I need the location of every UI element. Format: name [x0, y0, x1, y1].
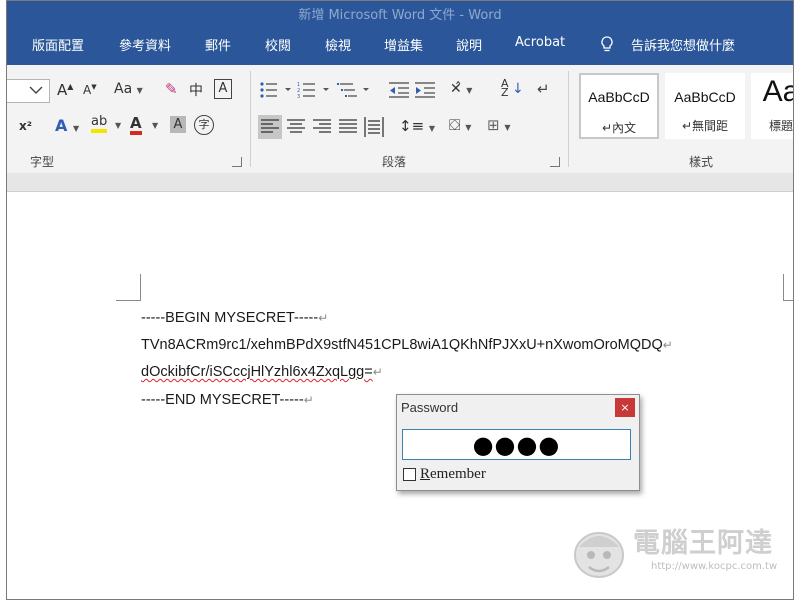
- superscript-button[interactable]: x²: [19, 119, 32, 133]
- chevron-down-icon: [29, 86, 43, 94]
- enclose-character-button[interactable]: 字: [194, 115, 214, 135]
- ruler-area: [7, 173, 793, 192]
- paint-bucket-icon[interactable]: ⛋ ▼: [449, 116, 471, 134]
- title-bar: 新增 Microsoft Word 文件 - Word: [7, 1, 793, 23]
- font-group-label: 字型: [30, 155, 55, 169]
- increase-indent-icon[interactable]: [415, 81, 437, 99]
- tab-view[interactable]: 檢視: [325, 35, 351, 54]
- justify-icon[interactable]: [339, 119, 357, 135]
- font-color-button[interactable]: A: [130, 115, 142, 135]
- highlight-dropdown[interactable]: ▼: [115, 121, 121, 130]
- remember-label[interactable]: Remember: [420, 466, 486, 483]
- document-line: dOckibfCr/iSCccjHlYzhl6x4ZxqLgg=↵: [141, 364, 383, 380]
- style-name: 標題: [768, 119, 793, 133]
- clear-format-icon[interactable]: ✎: [165, 80, 178, 98]
- distributed-icon[interactable]: [364, 117, 384, 137]
- style-name: ↵無間距: [681, 119, 729, 133]
- phonetic-guide-button[interactable]: 中: [189, 80, 203, 100]
- ribbon: A▲ A▼ Aa ▼ ✎ 中 A x² A ▼ ab ▼ A ▼ A 字 字型 …: [7, 65, 793, 174]
- line-text: -----BEGIN MYSECRET-----: [141, 310, 319, 326]
- mascot-logo-icon: [574, 532, 624, 578]
- shrink-font-button[interactable]: A▼: [83, 83, 97, 97]
- style-sample: AaBbCcD: [674, 89, 736, 105]
- align-left-icon: [261, 119, 279, 133]
- ribbon-tab-bar: 版面配置 參考資料 郵件 校閱 檢視 增益集 說明 Acrobat 告訴我您想做…: [7, 23, 793, 65]
- font-dialog-launcher-icon[interactable]: [232, 157, 242, 167]
- styles-group-label: 樣式: [689, 155, 714, 169]
- text-effects-button[interactable]: A ▼: [55, 116, 79, 135]
- tab-layout[interactable]: 版面配置: [32, 35, 84, 54]
- svg-text:3: 3: [297, 94, 300, 99]
- change-case-label: Aa: [114, 81, 133, 97]
- word-window: 新增 Microsoft Word 文件 - Word 版面配置 參考資料 郵件…: [6, 0, 794, 600]
- style-normal[interactable]: AaBbCcD ↵內文: [579, 73, 659, 139]
- password-masked-value: ●●●●: [472, 431, 561, 459]
- tab-help[interactable]: 說明: [456, 35, 482, 54]
- styles-gallery: AaBbCcD ↵內文 AaBbCcD ↵無間距 Aa 標題: [575, 71, 793, 145]
- style-sample: Aa: [762, 75, 793, 108]
- line-text: dOckibfCr/iSCccjHlYzhl6x4ZxqLgg=: [141, 364, 373, 380]
- watermark-url: http://www.kocpc.com.tw: [651, 561, 778, 572]
- sort-arrow-icon: ↓: [512, 81, 524, 97]
- style-sample: AaBbCcD: [588, 89, 650, 105]
- line-spacing-icon[interactable]: ↕≡ ▼: [399, 117, 435, 135]
- watermark: 電腦王阿達 http://www.kocpc.com.tw: [569, 525, 781, 581]
- tab-addins[interactable]: 增益集: [384, 35, 423, 54]
- highlight-button[interactable]: ab: [91, 115, 108, 133]
- close-button[interactable]: ×: [615, 398, 635, 417]
- margin-corner-left: [116, 274, 141, 301]
- tab-mailings[interactable]: 郵件: [205, 35, 231, 54]
- font-size-box[interactable]: [7, 79, 50, 103]
- paragraph-mark: ↵: [372, 365, 383, 379]
- character-shading-button[interactable]: A: [170, 116, 186, 133]
- password-dialog: Password × ●●●● Remember: [396, 394, 640, 491]
- paragraph-mark: ↵: [662, 338, 673, 352]
- margin-corner-right: [783, 274, 793, 301]
- font-color-dropdown[interactable]: ▼: [152, 121, 158, 130]
- borders-icon[interactable]: ⊞ ▼: [487, 116, 511, 134]
- bullets-icon[interactable]: [259, 81, 295, 99]
- align-center-icon[interactable]: [287, 119, 305, 135]
- grow-font-label: A: [57, 81, 68, 99]
- change-case-button[interactable]: Aa ▼: [114, 81, 143, 97]
- paragraph-dialog-launcher-icon[interactable]: [550, 157, 560, 167]
- tab-references[interactable]: 參考資料: [119, 35, 171, 54]
- paragraph-mark: ↵: [303, 393, 314, 407]
- sort-icon[interactable]: AZ: [501, 78, 509, 98]
- character-border-button[interactable]: A: [214, 79, 232, 99]
- style-name: ↵內文: [601, 121, 637, 135]
- text-effects-label: A: [55, 116, 68, 135]
- paragraph-group-label: 段落: [382, 155, 407, 169]
- shrink-font-label: A: [83, 83, 92, 97]
- numbering-icon[interactable]: 123: [297, 81, 333, 99]
- window-title: 新增 Microsoft Word 文件 - Word: [298, 8, 502, 23]
- align-left-button[interactable]: [258, 115, 282, 139]
- tab-acrobat[interactable]: Acrobat: [515, 35, 565, 50]
- grow-font-button[interactable]: A▲: [57, 81, 73, 99]
- dialog-title: Password: [401, 400, 459, 415]
- show-marks-icon[interactable]: ↵: [537, 80, 550, 98]
- paragraph-mark: ↵: [318, 311, 329, 325]
- decrease-indent-icon[interactable]: [389, 81, 411, 99]
- lightbulb-icon: [601, 36, 613, 52]
- document-line: -----END MYSECRET-----↵: [141, 392, 314, 408]
- line-text: -----END MYSECRET-----: [141, 392, 304, 408]
- align-right-icon[interactable]: [313, 119, 331, 135]
- asian-layout-icon[interactable]: ✕̂ ▼: [450, 81, 472, 97]
- watermark-title: 電腦王阿達: [633, 528, 773, 559]
- remember-checkbox[interactable]: [403, 468, 416, 481]
- ribbon-separator: [250, 71, 251, 167]
- tab-review[interactable]: 校閱: [265, 35, 291, 54]
- multilevel-list-icon[interactable]: [337, 81, 373, 99]
- password-input[interactable]: ●●●●: [402, 429, 631, 460]
- style-heading[interactable]: Aa 標題: [751, 73, 793, 139]
- document-line: -----BEGIN MYSECRET-----↵: [141, 310, 328, 326]
- document-line: TVn8ACRm9rc1/xehmBPdX9stfN451CPL8wiA1QKh…: [141, 337, 673, 353]
- ribbon-separator: [568, 71, 569, 167]
- tell-me-search[interactable]: 告訴我您想做什麼: [631, 35, 735, 54]
- style-no-spacing[interactable]: AaBbCcD ↵無間距: [665, 73, 745, 139]
- line-text: TVn8ACRm9rc1/xehmBPdX9stfN451CPL8wiA1QKh…: [141, 337, 663, 353]
